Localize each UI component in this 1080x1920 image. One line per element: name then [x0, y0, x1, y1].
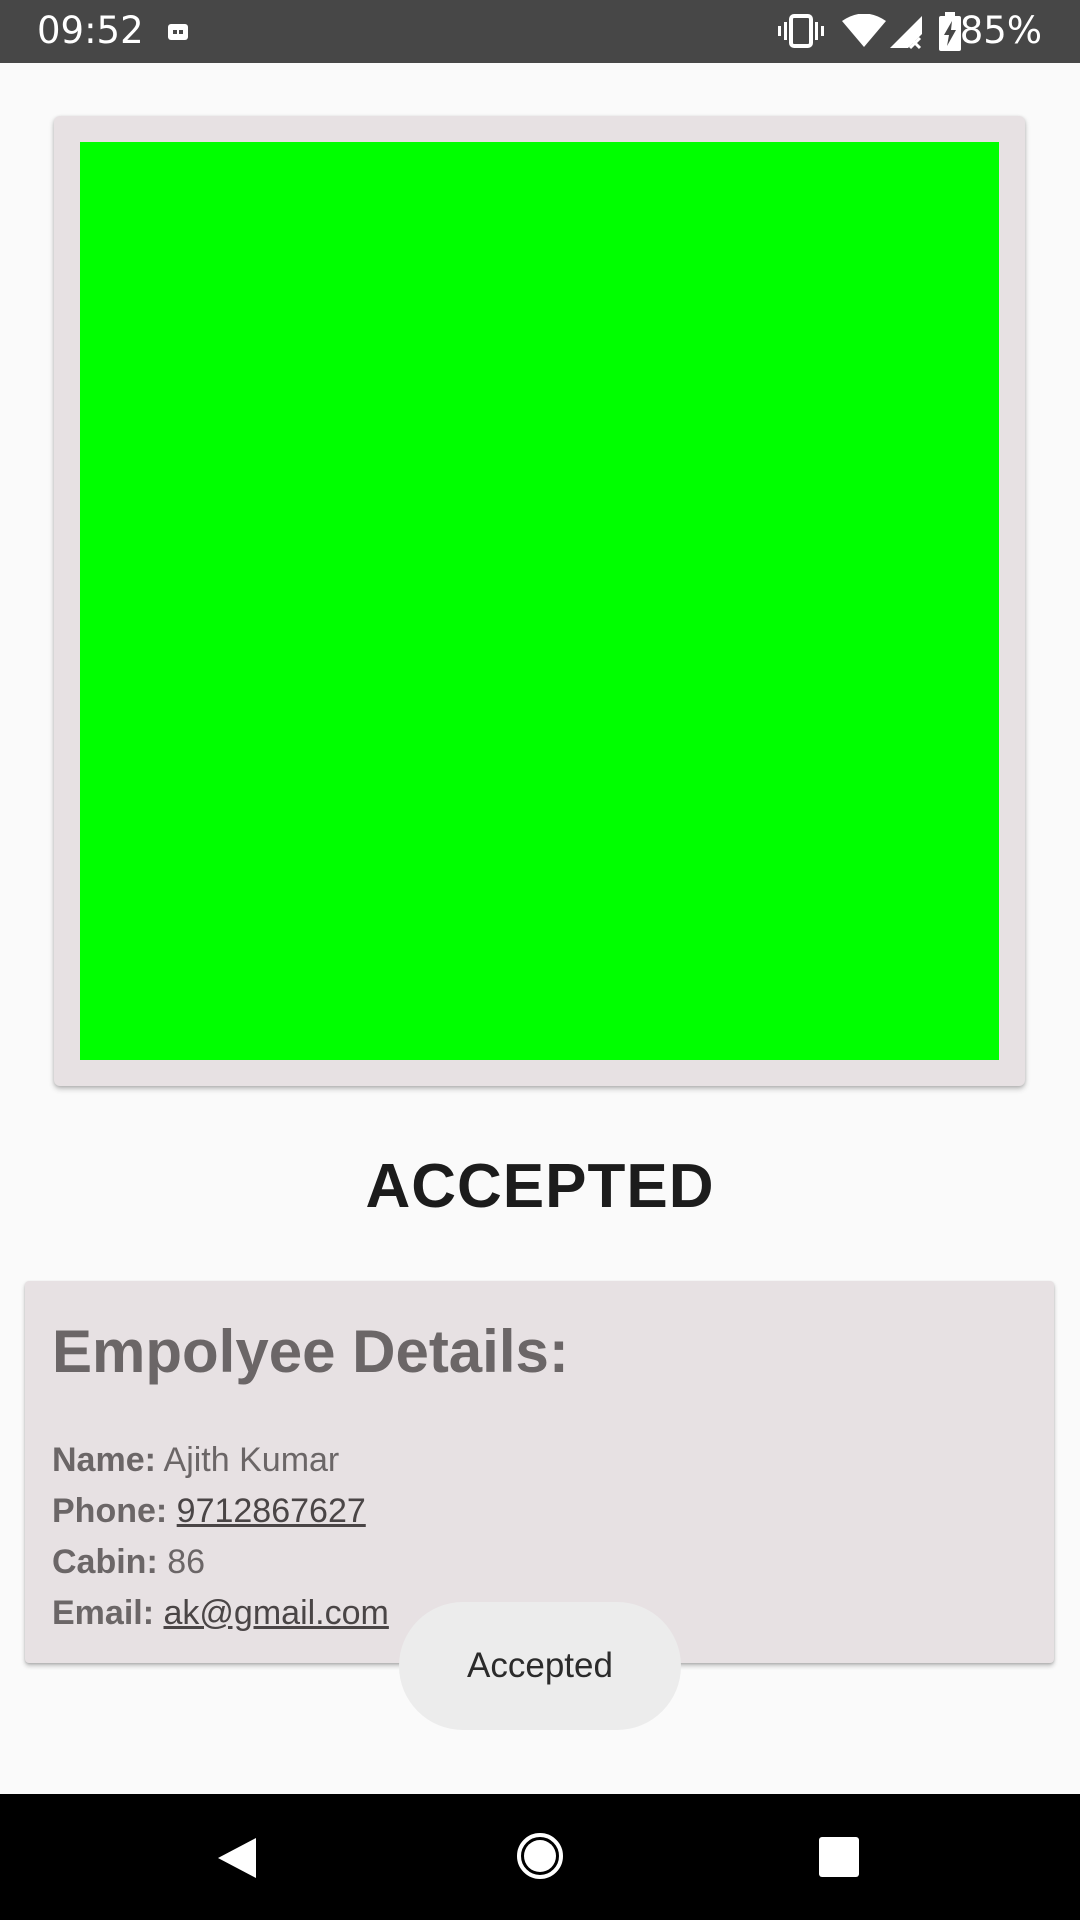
back-icon: [218, 1838, 256, 1878]
cell-signal-icon: [890, 16, 922, 50]
email-label: Email:: [52, 1594, 155, 1632]
back-button[interactable]: [170, 1794, 310, 1920]
name-value: Ajith Kumar: [163, 1441, 340, 1479]
phone-label: Phone:: [52, 1492, 168, 1530]
status-heading: ACCEPTED: [365, 1152, 715, 1221]
email-link[interactable]: ak@gmail.com: [164, 1594, 389, 1632]
home-icon: [517, 1833, 563, 1879]
screen: 09:52 85% ACCEPTED Empolyee Details: Nam…: [0, 0, 1080, 1920]
qr-code-card: [54, 116, 1025, 1086]
recents-button[interactable]: [768, 1794, 908, 1920]
qr-code-image: [80, 142, 999, 1060]
phone-link[interactable]: 9712867627: [177, 1492, 366, 1530]
status-bar: 09:52 85%: [0, 0, 1080, 63]
notification-icon: [168, 24, 188, 40]
detail-row-email: Email: ak@gmail.com: [52, 1588, 389, 1639]
vibrate-icon: [778, 14, 824, 48]
detail-row-phone: Phone: 9712867627: [52, 1486, 389, 1537]
employee-details-title: Empolyee Details:: [52, 1318, 569, 1385]
toast-message: Accepted: [399, 1602, 681, 1730]
navigation-bar: [0, 1794, 1080, 1920]
status-icons: 85%: [778, 0, 1080, 63]
cabin-value: 86: [167, 1543, 206, 1581]
name-label: Name:: [52, 1441, 156, 1479]
detail-row-name: Name: Ajith Kumar: [52, 1435, 389, 1486]
battery-percent: 85%: [959, 9, 1042, 52]
cabin-label: Cabin:: [52, 1543, 158, 1581]
home-button[interactable]: [470, 1794, 610, 1920]
battery-charging-icon: [939, 12, 961, 51]
status-time: 09:52: [37, 9, 144, 52]
detail-row-cabin: Cabin: 86: [52, 1537, 389, 1588]
wifi-icon: [842, 14, 886, 47]
employee-details-list: Name: Ajith Kumar Phone: 9712867627 Cabi…: [52, 1435, 389, 1639]
recents-icon: [819, 1837, 859, 1877]
